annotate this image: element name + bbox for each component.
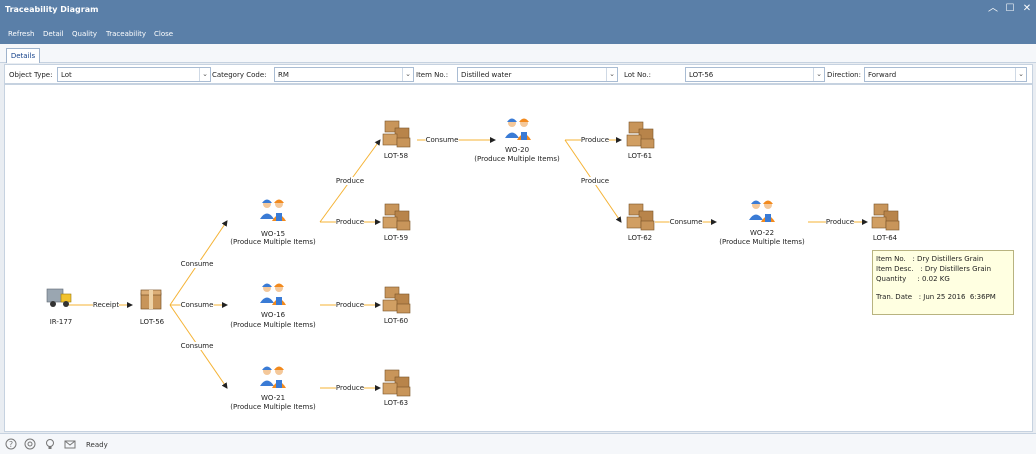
edge-produce-label: Produce bbox=[335, 218, 365, 226]
wo-22-node-icon[interactable] bbox=[749, 200, 775, 223]
edge-produce-label: Produce bbox=[335, 301, 365, 309]
ir-177-node-icon[interactable] bbox=[46, 288, 72, 308]
lot-63-node-icon[interactable] bbox=[382, 369, 411, 397]
support-icon[interactable] bbox=[24, 438, 36, 450]
wo-16-node-icon[interactable] bbox=[260, 283, 286, 306]
mail-icon[interactable] bbox=[64, 438, 76, 450]
lot-63-label: LOT-63 bbox=[383, 399, 409, 407]
wo-20-label: WO-20 bbox=[504, 146, 530, 154]
tooltip-item-no: Item No. : Dry Distillers Grain bbox=[876, 255, 984, 263]
ir-177-label: IR-177 bbox=[49, 318, 73, 326]
edge-consume-label: Consume bbox=[180, 260, 214, 268]
minimize-button[interactable]: ︿ bbox=[987, 3, 999, 15]
edge-produce-label: Produce bbox=[335, 384, 365, 392]
lot-61-label: LOT-61 bbox=[627, 152, 653, 160]
chevron-down-icon[interactable]: ⌄ bbox=[606, 68, 617, 81]
direction-value: Forward bbox=[868, 71, 897, 79]
wo-20-sublabel: (Produce Multiple Items) bbox=[474, 155, 560, 163]
lot-no-label: Lot No.: bbox=[624, 71, 652, 79]
chevron-down-icon[interactable]: ⌄ bbox=[813, 68, 824, 81]
tab-details[interactable]: Details bbox=[6, 48, 40, 63]
close-window-button[interactable]: ✕ bbox=[1021, 3, 1033, 15]
edge-receipt-label: Receipt bbox=[92, 301, 120, 309]
direction-combo[interactable]: Forward ⌄ bbox=[864, 67, 1027, 82]
wo-20-node-icon[interactable] bbox=[505, 118, 531, 141]
lot-64-node-icon[interactable] bbox=[871, 203, 900, 231]
lot-no-combo[interactable]: LOT-56 ⌄ bbox=[685, 67, 825, 82]
tab-strip: Details bbox=[0, 44, 1036, 63]
wo-15-node-icon[interactable] bbox=[260, 199, 286, 222]
tooltip-quantity: Quantity : 0.02 KG bbox=[876, 275, 950, 283]
wo-22-sublabel: (Produce Multiple Items) bbox=[719, 238, 805, 246]
wo-21-node-icon[interactable] bbox=[260, 366, 286, 389]
edge-consume-label: Consume bbox=[180, 301, 214, 309]
lot-58-label: LOT-58 bbox=[383, 152, 409, 160]
edge-consume-label: Consume bbox=[425, 136, 459, 144]
item-no-value: Distilled water bbox=[461, 71, 512, 79]
filter-bar: Object Type: Lot ⌄ Category Code: RM ⌄ I… bbox=[4, 64, 1033, 84]
lot-56-label: LOT-56 bbox=[139, 318, 165, 326]
wo-15-label: WO-15 bbox=[260, 230, 286, 238]
svg-text:?: ? bbox=[9, 440, 13, 449]
refresh-button[interactable]: Refresh bbox=[8, 30, 34, 38]
lot-58-node-icon[interactable] bbox=[382, 120, 411, 148]
object-type-combo[interactable]: Lot ⌄ bbox=[57, 67, 211, 82]
lightbulb-icon[interactable] bbox=[44, 438, 56, 450]
lot-61-node-icon[interactable] bbox=[626, 121, 655, 149]
object-type-value: Lot bbox=[61, 71, 72, 79]
object-type-label: Object Type: bbox=[9, 71, 53, 79]
wo-21-label: WO-21 bbox=[260, 394, 286, 402]
quality-button[interactable]: Quality bbox=[72, 30, 97, 38]
edge-produce-label: Produce bbox=[580, 177, 610, 185]
category-code-combo[interactable]: RM ⌄ bbox=[274, 67, 414, 82]
edge-consume-label: Consume bbox=[669, 218, 703, 226]
direction-label: Direction: bbox=[827, 71, 861, 79]
edge-produce-label: Produce bbox=[580, 136, 610, 144]
status-text: Ready bbox=[86, 441, 108, 449]
wo-16-label: WO-16 bbox=[260, 311, 286, 319]
lot-56-node-icon[interactable] bbox=[140, 289, 162, 310]
edge-consume-label: Consume bbox=[180, 342, 214, 350]
lot-60-node-icon[interactable] bbox=[382, 286, 411, 314]
lot-60-label: LOT-60 bbox=[383, 317, 409, 325]
close-button[interactable]: Close bbox=[154, 30, 173, 38]
toolbar: Refresh Detail Quality Traceability Clos… bbox=[0, 20, 1036, 44]
edge-produce-label: Produce bbox=[335, 177, 365, 185]
lot-59-label: LOT-59 bbox=[383, 234, 409, 242]
title-bar: Traceability Diagram ︿ ☐ ✕ bbox=[0, 0, 1036, 20]
lot-62-label: LOT-62 bbox=[627, 234, 653, 242]
lot-64-label: LOT-64 bbox=[872, 234, 898, 242]
tooltip-item-desc: Item Desc. : Dry Distillers Grain bbox=[876, 265, 992, 273]
lot-no-value: LOT-56 bbox=[689, 71, 714, 79]
node-tooltip: Item No. : Dry Distillers Grain Item Des… bbox=[872, 250, 1014, 315]
detail-button[interactable]: Detail bbox=[43, 30, 64, 38]
wo-15-sublabel: (Produce Multiple Items) bbox=[230, 238, 316, 246]
maximize-button[interactable]: ☐ bbox=[1004, 3, 1016, 15]
wo-21-sublabel: (Produce Multiple Items) bbox=[230, 403, 316, 411]
lot-62-node-icon[interactable] bbox=[626, 203, 655, 231]
chevron-down-icon[interactable]: ⌄ bbox=[199, 68, 210, 81]
category-code-value: RM bbox=[278, 71, 289, 79]
edge-produce-label: Produce bbox=[825, 218, 855, 226]
help-icon[interactable]: ? bbox=[5, 438, 17, 450]
chevron-down-icon[interactable]: ⌄ bbox=[402, 68, 413, 81]
category-code-label: Category Code: bbox=[212, 71, 267, 79]
traceability-button[interactable]: Traceability bbox=[106, 30, 146, 38]
item-no-label: Item No.: bbox=[416, 71, 449, 79]
tooltip-tran-date: Tran. Date : Jun 25 2016 6:36PM bbox=[876, 293, 996, 301]
window-title: Traceability Diagram bbox=[5, 5, 99, 14]
wo-22-label: WO-22 bbox=[749, 229, 775, 237]
status-bar: ? Ready bbox=[0, 433, 1036, 454]
wo-16-sublabel: (Produce Multiple Items) bbox=[230, 321, 316, 329]
lot-59-node-icon[interactable] bbox=[382, 203, 411, 231]
item-no-combo[interactable]: Distilled water ⌄ bbox=[457, 67, 618, 82]
chevron-down-icon[interactable]: ⌄ bbox=[1015, 68, 1026, 81]
